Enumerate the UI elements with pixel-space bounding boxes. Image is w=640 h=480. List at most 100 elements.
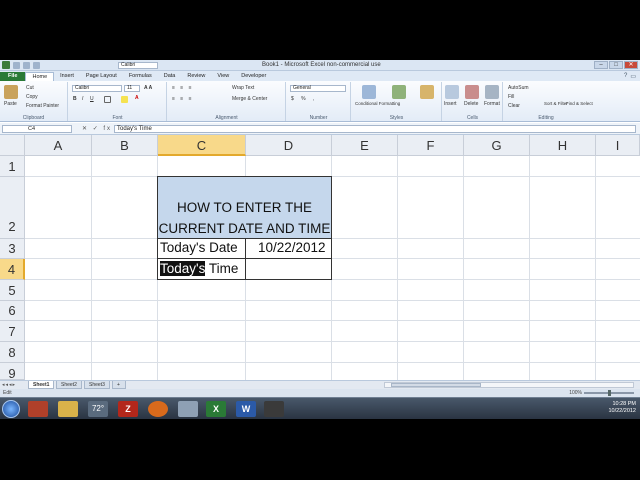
grow-font-icon[interactable]: A A	[144, 85, 152, 91]
gridline	[25, 320, 640, 321]
font-name-select[interactable]: Calibri	[72, 85, 122, 92]
column-header-c[interactable]: C	[158, 135, 246, 156]
row-header-6[interactable]: 6	[0, 301, 25, 321]
tab-formulas[interactable]: Formulas	[123, 72, 158, 81]
row-header-7[interactable]: 7	[0, 321, 25, 342]
name-box[interactable]: C4	[2, 125, 72, 133]
row-header-5[interactable]: 5	[0, 280, 25, 301]
help-icon[interactable]: ?	[624, 73, 627, 79]
column-header-f[interactable]: F	[398, 135, 464, 156]
tab-developer[interactable]: Developer	[235, 72, 272, 81]
close-button[interactable]: ✕	[624, 61, 638, 69]
zoom-slider[interactable]	[584, 390, 634, 396]
merge-center-button[interactable]: Merge & Center	[232, 96, 267, 102]
cell-d4[interactable]	[245, 258, 332, 280]
sheet-tab-1[interactable]: Sheet1	[28, 381, 55, 389]
font-color-icon[interactable]: A	[135, 95, 139, 101]
weather-gadget[interactable]: 72°	[88, 401, 108, 417]
sheet-tab-2[interactable]: Sheet2	[56, 381, 82, 389]
camera-icon[interactable]	[264, 401, 284, 417]
horizontal-align-icons[interactable]: ≡ ≡ ≡	[172, 96, 194, 102]
bold-icon[interactable]: B	[73, 96, 77, 102]
restore-icon[interactable]: ▭	[630, 73, 636, 80]
redo-icon[interactable]	[33, 61, 40, 69]
formula-buttons[interactable]: ✕ ✓ fx	[82, 125, 112, 132]
sheet-nav-arrows[interactable]: ◂◂◂▸	[2, 382, 16, 388]
folder-icon[interactable]	[58, 401, 78, 417]
system-tray-clock[interactable]: 10:28 PM 10/22/2012	[608, 401, 636, 415]
format-painter-button[interactable]: Format Painter	[26, 103, 59, 109]
save-icon[interactable]	[13, 61, 20, 69]
qat-font-box[interactable]: Calibri	[118, 62, 158, 69]
conditional-formatting-label[interactable]: Conditional Formatting	[355, 101, 400, 106]
filezilla-icon[interactable]: Z	[118, 401, 138, 417]
paste-label[interactable]: Paste	[4, 101, 17, 107]
tab-view[interactable]: View	[211, 72, 235, 81]
word-taskbar-icon[interactable]: W	[236, 401, 256, 417]
find-select-button[interactable]: Find & Select	[566, 101, 593, 106]
column-header-i[interactable]: I	[596, 135, 640, 156]
format-as-table-icon[interactable]	[392, 85, 406, 99]
italic-icon[interactable]: I	[82, 96, 83, 102]
scrollbar-thumb[interactable]	[391, 383, 481, 387]
clock-time: 10:28 PM	[612, 401, 636, 407]
tab-page-layout[interactable]: Page Layout	[80, 72, 123, 81]
zoom-knob[interactable]	[608, 390, 611, 396]
row-header-9[interactable]: 9	[0, 363, 25, 381]
minimize-button[interactable]: –	[594, 61, 608, 69]
vertical-align-icons[interactable]: ≡ ≡ ≡	[172, 85, 194, 91]
tab-data[interactable]: Data	[158, 72, 182, 81]
tab-file[interactable]: File	[0, 72, 26, 81]
row-header-1[interactable]: 1	[0, 156, 25, 177]
autosum-button[interactable]: AutoSum	[508, 85, 529, 91]
column-header-e[interactable]: E	[332, 135, 398, 156]
insert-label[interactable]: Insert	[444, 101, 457, 107]
sort-filter-button[interactable]: Sort & Filter	[544, 101, 568, 106]
row-header-3[interactable]: 3	[0, 239, 25, 259]
select-all-corner[interactable]	[0, 135, 25, 156]
calculator-icon[interactable]	[178, 401, 198, 417]
borders-icon[interactable]	[104, 96, 111, 103]
worksheet-grid[interactable]: A B C D E F G H I 1 2 3 4 5 6 7 8 9 HOW …	[0, 135, 640, 381]
sheet-tab-3[interactable]: Sheet3	[84, 381, 110, 389]
row-header-2[interactable]: 2	[0, 177, 25, 239]
number-format-icons[interactable]: $ % ,	[291, 96, 317, 102]
format-cells-icon[interactable]	[485, 85, 499, 99]
tab-insert[interactable]: Insert	[54, 72, 80, 81]
media-player-icon[interactable]	[28, 401, 48, 417]
column-header-g[interactable]: G	[464, 135, 530, 156]
format-label[interactable]: Format	[484, 101, 500, 107]
row-header-4[interactable]: 4	[0, 259, 25, 280]
horizontal-scrollbar[interactable]	[384, 382, 634, 388]
font-size-select[interactable]: 11	[124, 85, 140, 92]
delete-label[interactable]: Delete	[464, 101, 478, 107]
column-header-h[interactable]: H	[530, 135, 596, 156]
column-header-d[interactable]: D	[246, 135, 332, 156]
undo-icon[interactable]	[23, 61, 30, 69]
cut-button[interactable]: Cut	[26, 85, 34, 91]
title-line-1: HOW TO ENTER THE	[176, 200, 312, 215]
firefox-icon[interactable]	[148, 401, 168, 417]
insert-sheet-icon[interactable]: +	[112, 381, 126, 389]
delete-cells-icon[interactable]	[465, 85, 479, 99]
tab-review[interactable]: Review	[181, 72, 211, 81]
column-header-a[interactable]: A	[25, 135, 92, 156]
clear-button[interactable]: Clear	[508, 103, 520, 109]
excel-taskbar-icon[interactable]: X	[206, 401, 226, 417]
insert-cells-icon[interactable]	[445, 85, 459, 99]
start-button[interactable]	[2, 400, 20, 418]
number-format-select[interactable]: General	[290, 85, 346, 92]
fill-color-icon[interactable]	[121, 96, 128, 103]
maximize-button[interactable]: □	[609, 61, 623, 69]
conditional-formatting-icon[interactable]	[362, 85, 376, 99]
paste-icon[interactable]	[4, 85, 18, 99]
cell-styles-icon[interactable]	[420, 85, 434, 99]
fill-button[interactable]: Fill	[508, 94, 514, 100]
formula-input[interactable]: Today's Time	[114, 125, 636, 133]
column-header-b[interactable]: B	[92, 135, 158, 156]
copy-button[interactable]: Copy	[26, 94, 38, 100]
underline-icon[interactable]: U	[90, 96, 94, 102]
tab-home[interactable]: Home	[25, 72, 55, 81]
wrap-text-button[interactable]: Wrap Text	[232, 85, 254, 91]
row-header-8[interactable]: 8	[0, 342, 25, 363]
